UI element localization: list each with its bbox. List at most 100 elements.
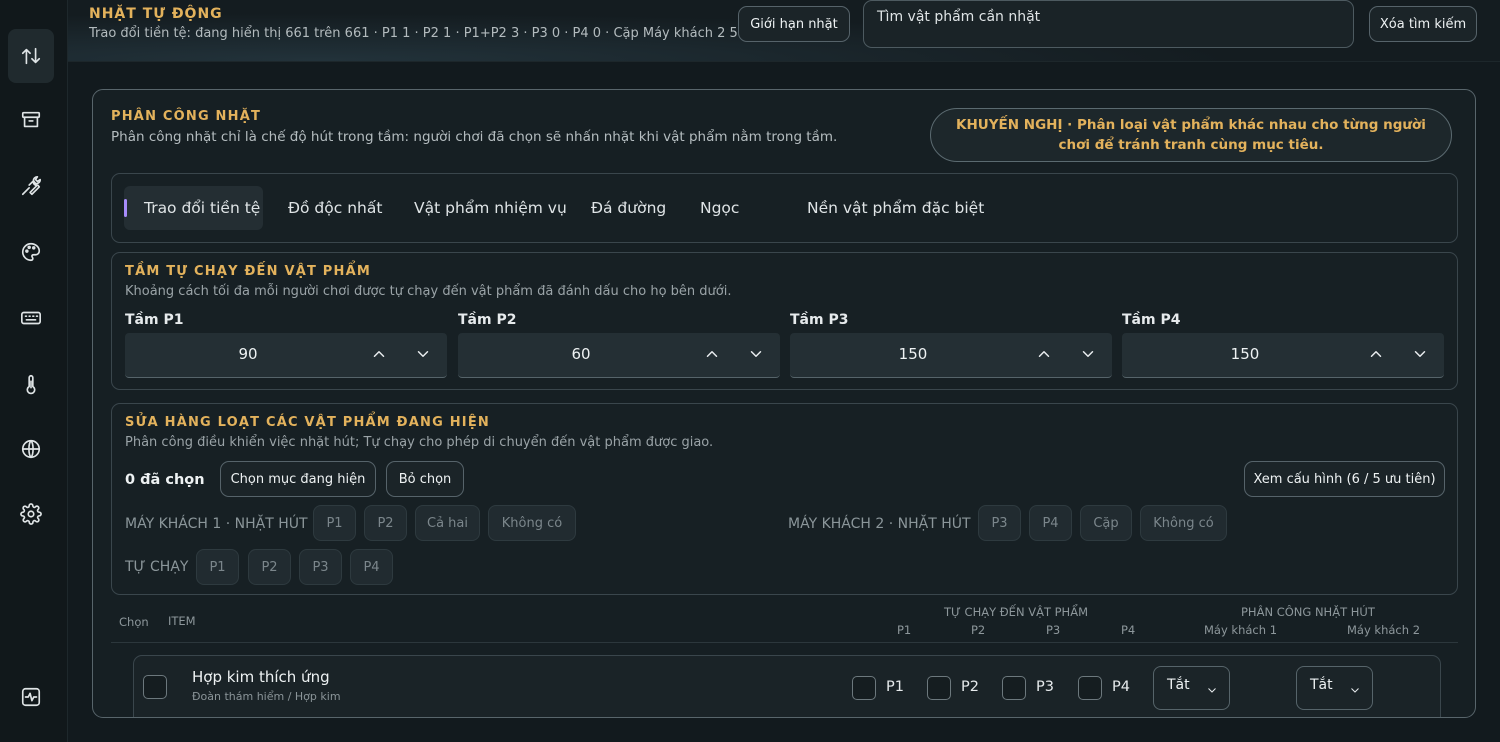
client2-option-pair[interactable]: Cặp [1080, 505, 1132, 541]
chevron-down-icon [1351, 688, 1359, 693]
pickup-assignment-panel: PHÂN CÔNG NHẶT Phân công nhặt chỉ là chế… [92, 89, 1476, 718]
item-path: Đoàn thám hiểm / Hợp kim [192, 690, 341, 703]
tab-gems[interactable]: Ngọc [700, 186, 739, 230]
globe-icon[interactable] [8, 422, 54, 476]
chevron-down-icon[interactable] [1411, 345, 1431, 365]
range-p1-stepper[interactable]: 90 [125, 333, 447, 378]
range-p3-label: Tầm P3 [790, 312, 849, 328]
autorun-p3-checkbox[interactable] [1002, 676, 1026, 700]
range-p4-value[interactable]: 150 [1122, 345, 1368, 363]
col-autorun-p3: P3 [1046, 623, 1061, 637]
top-bar: NHẶT TỰ ĐỘNG Trao đổi tiền tệ: đang hiển… [68, 0, 1500, 62]
col-autorun-p2: P2 [971, 623, 986, 637]
keyboard-icon[interactable] [8, 291, 54, 345]
client2-option-none[interactable]: Không có [1140, 505, 1227, 541]
chevron-down-icon [1208, 688, 1216, 693]
view-config-button[interactable]: Xem cấu hình (6 / 5 ưu tiên) [1244, 461, 1445, 497]
deselect-button[interactable]: Bỏ chọn [386, 461, 464, 497]
client1-label: MÁY KHÁCH 1 · NHẶT HÚT [125, 516, 308, 532]
gear-icon[interactable] [8, 487, 54, 541]
col-item: ITEM [168, 614, 196, 628]
tab-special-bases[interactable]: Nền vật phẩm đặc biệt [807, 186, 984, 230]
range-p4-stepper[interactable]: 150 [1122, 333, 1444, 378]
activity-icon[interactable] [8, 670, 54, 724]
col-assign: PHÂN CÔNG NHẶT HÚT [1241, 605, 1375, 619]
selected-count: 0 đã chọn [125, 472, 205, 488]
autorun-p2-label: P2 [961, 679, 979, 695]
select-visible-button[interactable]: Chọn mục đang hiện [220, 461, 376, 497]
client2-assign-value: Tắt [1310, 677, 1333, 693]
col-autorun-p1: P1 [897, 623, 912, 637]
client1-option-none[interactable]: Không có [488, 505, 576, 541]
client2-option-p4[interactable]: P4 [1029, 505, 1072, 541]
tab-waystones[interactable]: Đá đường [591, 186, 666, 230]
chevron-up-icon[interactable] [370, 345, 390, 365]
recommendation-badge: KHUYẾN NGHỊ · Phân loại vật phẩm khác nh… [930, 108, 1452, 162]
chevron-up-icon[interactable] [703, 345, 723, 365]
range-p2-stepper[interactable]: 60 [458, 333, 780, 378]
autorun-option-p3[interactable]: P3 [299, 549, 342, 585]
chevron-down-icon[interactable] [1079, 345, 1099, 365]
autorun-label: TỰ CHẠY [125, 559, 189, 575]
client2-option-p3[interactable]: P3 [978, 505, 1021, 541]
autorun-p4-checkbox[interactable] [1078, 676, 1102, 700]
section-subtitle: Khoảng cách tối đa mỗi người chơi được t… [125, 284, 732, 299]
col-client2: Máy khách 2 [1347, 623, 1421, 637]
archive-icon[interactable] [8, 93, 54, 147]
client1-option-p1[interactable]: P1 [313, 505, 356, 541]
client2-label: MÁY KHÁCH 2 · NHẶT HÚT [788, 516, 971, 532]
range-p1-label: Tầm P1 [125, 312, 184, 328]
col-autorun: TỰ CHẠY ĐẾN VẬT PHẨM [944, 605, 1088, 619]
chevron-down-icon[interactable] [747, 345, 767, 365]
autorun-p1-checkbox[interactable] [852, 676, 876, 700]
col-client1: Máy khách 1 [1204, 623, 1278, 637]
chevron-up-icon[interactable] [1367, 345, 1387, 365]
item-name: Hợp kim thích ứng [192, 668, 330, 686]
status-summary: Trao đổi tiền tệ: đang hiển thị 661 trên… [89, 26, 738, 41]
autorun-p3-label: P3 [1036, 679, 1054, 695]
col-autorun-p4: P4 [1121, 623, 1136, 637]
autorun-p1-label: P1 [886, 679, 904, 695]
wrench-icon[interactable] [8, 159, 54, 213]
panel-title: PHÂN CÔNG NHẶT [111, 109, 262, 124]
page-title: NHẶT TỰ ĐỘNG [89, 6, 223, 22]
col-select: Chọn [119, 615, 149, 629]
tab-unique-items[interactable]: Đồ độc nhất [288, 186, 382, 230]
autorun-option-p4[interactable]: P4 [350, 549, 393, 585]
autorun-option-p2[interactable]: P2 [248, 549, 291, 585]
client1-option-p2[interactable]: P2 [364, 505, 407, 541]
category-tabs: Trao đổi tiền tệ Đồ độc nhất Vật phẩm nh… [111, 173, 1458, 243]
palette-icon[interactable] [8, 225, 54, 279]
autorun-p4-label: P4 [1112, 679, 1130, 695]
client1-assign-select[interactable]: Tắt [1153, 666, 1230, 710]
range-p3-stepper[interactable]: 150 [790, 333, 1112, 378]
row-select-checkbox[interactable] [143, 675, 167, 699]
transfer-icon[interactable] [8, 29, 54, 83]
pickup-limit-button[interactable]: Giới hạn nhặt [738, 6, 850, 42]
range-p3-value[interactable]: 150 [790, 345, 1036, 363]
bulk-edit-section: SỬA HÀNG LOẠT CÁC VẬT PHẨM ĐANG HIỆN Phâ… [111, 403, 1458, 595]
chevron-down-icon[interactable] [414, 345, 434, 365]
search-input[interactable]: Tìm vật phẩm cần nhặt [863, 0, 1354, 48]
range-p4-label: Tầm P4 [1122, 312, 1181, 328]
tab-currency-exchange[interactable]: Trao đổi tiền tệ [124, 186, 263, 230]
panel-subtitle: Phân công nhặt chỉ là chế độ hút trong t… [111, 129, 838, 145]
clear-search-button[interactable]: Xóa tìm kiếm [1369, 6, 1477, 42]
client2-assign-select[interactable]: Tắt [1296, 666, 1373, 710]
chevron-up-icon[interactable] [1035, 345, 1055, 365]
range-p1-value[interactable]: 90 [125, 345, 371, 363]
tab-quest-items[interactable]: Vật phẩm nhiệm vụ [414, 186, 567, 230]
autorun-p2-checkbox[interactable] [927, 676, 951, 700]
autorun-option-p1[interactable]: P1 [196, 549, 239, 585]
client1-option-both[interactable]: Cả hai [415, 505, 480, 541]
client1-assign-value: Tắt [1167, 677, 1190, 693]
table-divider [111, 642, 1458, 643]
range-p2-value[interactable]: 60 [458, 345, 704, 363]
sidebar-rail [0, 0, 68, 742]
section-title: TẦM TỰ CHẠY ĐẾN VẬT PHẨM [125, 264, 371, 279]
section-title: SỬA HÀNG LOẠT CÁC VẬT PHẨM ĐANG HIỆN [125, 415, 490, 430]
thermometer-icon[interactable] [8, 357, 54, 411]
range-p2-label: Tầm P2 [458, 312, 517, 328]
table-row: Hợp kim thích ứng Đoàn thám hiểm / Hợp k… [133, 655, 1441, 717]
autorun-range-section: TẦM TỰ CHẠY ĐẾN VẬT PHẨM Khoảng cách tối… [111, 252, 1458, 390]
